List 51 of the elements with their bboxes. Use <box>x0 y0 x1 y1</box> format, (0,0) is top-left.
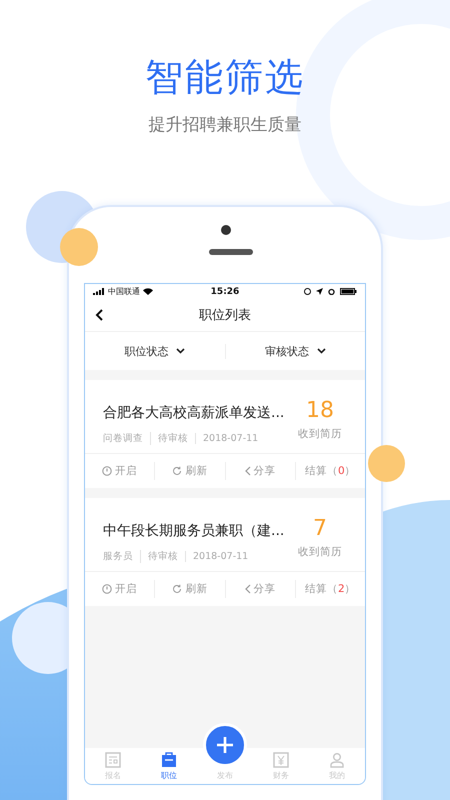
battery-icon <box>340 288 357 295</box>
resume-count-label: 收到简历 <box>297 545 343 559</box>
share-action[interactable]: 分享 <box>226 462 296 480</box>
alarm-icon <box>328 288 335 295</box>
power-icon <box>102 584 112 594</box>
job-tag: 2018-07-11 <box>185 551 248 562</box>
job-title[interactable]: 合肥各大高校高薪派单发送... <box>103 404 283 422</box>
resume-count: 18 <box>305 398 335 424</box>
chevron-down-icon <box>176 348 186 354</box>
job-card[interactable]: 合肥各大高校高薪派单发送... 问卷调查 待审核 2018-07-11 18 收到简历 开启 刷新 分享 结算（0） <box>85 380 365 488</box>
job-tag: 2018-07-11 <box>195 433 258 444</box>
refresh-icon <box>172 584 182 594</box>
briefcase-icon <box>161 752 177 768</box>
wifi-icon <box>143 288 153 295</box>
job-title[interactable]: 中午段长期服务员兼职（建... <box>103 522 283 540</box>
job-tag: 待审核 <box>150 432 188 445</box>
refresh-action[interactable]: 刷新 <box>155 580 226 598</box>
share-icon <box>244 466 251 476</box>
job-card[interactable]: 中午段长期服务员兼职（建... 服务员 待审核 2018-07-11 7 收到简历 开启 刷新 分享 结算（2） <box>85 498 365 606</box>
plus-icon <box>216 736 234 754</box>
subtitle: 提升招聘兼职生质量 <box>148 114 302 136</box>
signal-icon <box>93 288 105 295</box>
job-tag: 问卷调查 <box>103 432 143 445</box>
carrier-name: 中国联通 <box>108 286 140 297</box>
share-action[interactable]: 分享 <box>226 580 296 598</box>
job-tag: 待审核 <box>140 550 178 563</box>
status-time: 15:26 <box>210 286 240 296</box>
back-icon[interactable] <box>95 309 103 321</box>
settle-action[interactable]: 结算（2） <box>296 580 365 598</box>
resume-count: 7 <box>312 516 328 542</box>
filter-dropdown[interactable]: 职位状态 <box>85 344 224 358</box>
decorative-circle <box>368 445 405 482</box>
headline: 智能筛选 <box>144 54 306 101</box>
refresh-action[interactable]: 刷新 <box>155 462 226 480</box>
resume-count-label: 收到简历 <box>297 427 343 441</box>
power-action[interactable]: 开启 <box>85 462 156 480</box>
form-icon <box>105 752 121 768</box>
chevron-down-icon <box>316 348 326 354</box>
tab-item[interactable]: 职位 <box>141 752 197 781</box>
refresh-icon <box>172 466 182 476</box>
share-icon <box>244 584 251 594</box>
location-icon <box>316 288 323 295</box>
settle-action[interactable]: 结算（0） <box>296 462 365 480</box>
power-icon <box>102 466 112 476</box>
yuan-icon <box>273 752 289 768</box>
power-action[interactable]: 开启 <box>85 580 156 598</box>
lock-rotation-icon <box>304 288 311 295</box>
filter-dropdown[interactable]: 审核状态 <box>224 344 365 358</box>
nav-title: 职位列表 <box>199 307 251 324</box>
person-icon <box>329 752 345 768</box>
job-tag: 服务员 <box>103 550 133 563</box>
